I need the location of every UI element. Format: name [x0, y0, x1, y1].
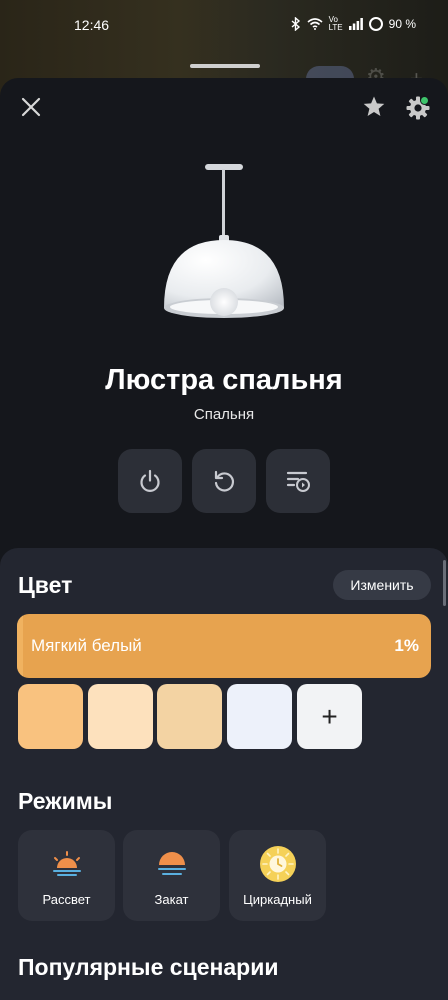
signal-icon: [348, 18, 363, 30]
power-button[interactable]: [118, 449, 182, 513]
favorite-button[interactable]: [362, 95, 386, 119]
color-swatch[interactable]: [157, 684, 222, 749]
battery-icon: [368, 17, 383, 31]
refresh-icon: [214, 470, 235, 492]
close-icon: [21, 97, 41, 117]
plus-icon: +: [321, 700, 338, 732]
mode-sunset[interactable]: Закат: [123, 830, 220, 921]
wifi-icon: [307, 18, 323, 30]
modes-section-title: Режимы: [18, 788, 113, 814]
device-image: [162, 160, 286, 325]
star-icon: [363, 96, 385, 116]
color-section-title: Цвет: [18, 572, 73, 598]
bluetooth-icon: [291, 17, 301, 31]
color-swatch[interactable]: [18, 684, 83, 749]
current-color-label: Мягкий белый: [31, 636, 142, 655]
status-time: 12:46: [74, 17, 110, 33]
scrollbar[interactable]: [443, 560, 446, 606]
brightness-value: 1%: [394, 636, 419, 655]
color-swatch[interactable]: [88, 684, 153, 749]
sunset-icon: [157, 852, 186, 875]
change-color-button[interactable]: Изменить: [333, 570, 431, 600]
brightness-fill: [17, 614, 24, 678]
battery-level: 90 %: [388, 17, 416, 31]
mode-sunrise[interactable]: Рассвет: [18, 830, 115, 921]
device-name: Люстра спальня: [105, 364, 343, 396]
status-bar: 12:46 Vo LTE 90 %: [0, 0, 448, 52]
volte-icon: Vo LTE: [328, 15, 343, 32]
settings-notification-dot: [420, 96, 429, 105]
close-button[interactable]: [18, 94, 44, 120]
reset-button[interactable]: [192, 449, 256, 513]
scenarios-section-title: Популярные сценарии: [18, 954, 279, 980]
device-room: Спальня: [193, 406, 255, 423]
circadian-icon: [259, 846, 296, 882]
color-swatch[interactable]: [227, 684, 292, 749]
mode-circadian[interactable]: Циркадный: [229, 830, 326, 921]
chandelier-icon: [164, 164, 284, 318]
schedule-icon: [286, 471, 310, 492]
sunrise-icon: [52, 851, 81, 876]
add-color-button[interactable]: +: [297, 684, 362, 749]
power-icon: [140, 469, 160, 492]
schedule-button[interactable]: [266, 449, 330, 513]
status-icons: Vo LTE 90 %: [291, 16, 416, 32]
sheet-drag-handle[interactable]: [190, 64, 260, 68]
brightness-slider[interactable]: Мягкий белый 1%: [17, 614, 431, 678]
